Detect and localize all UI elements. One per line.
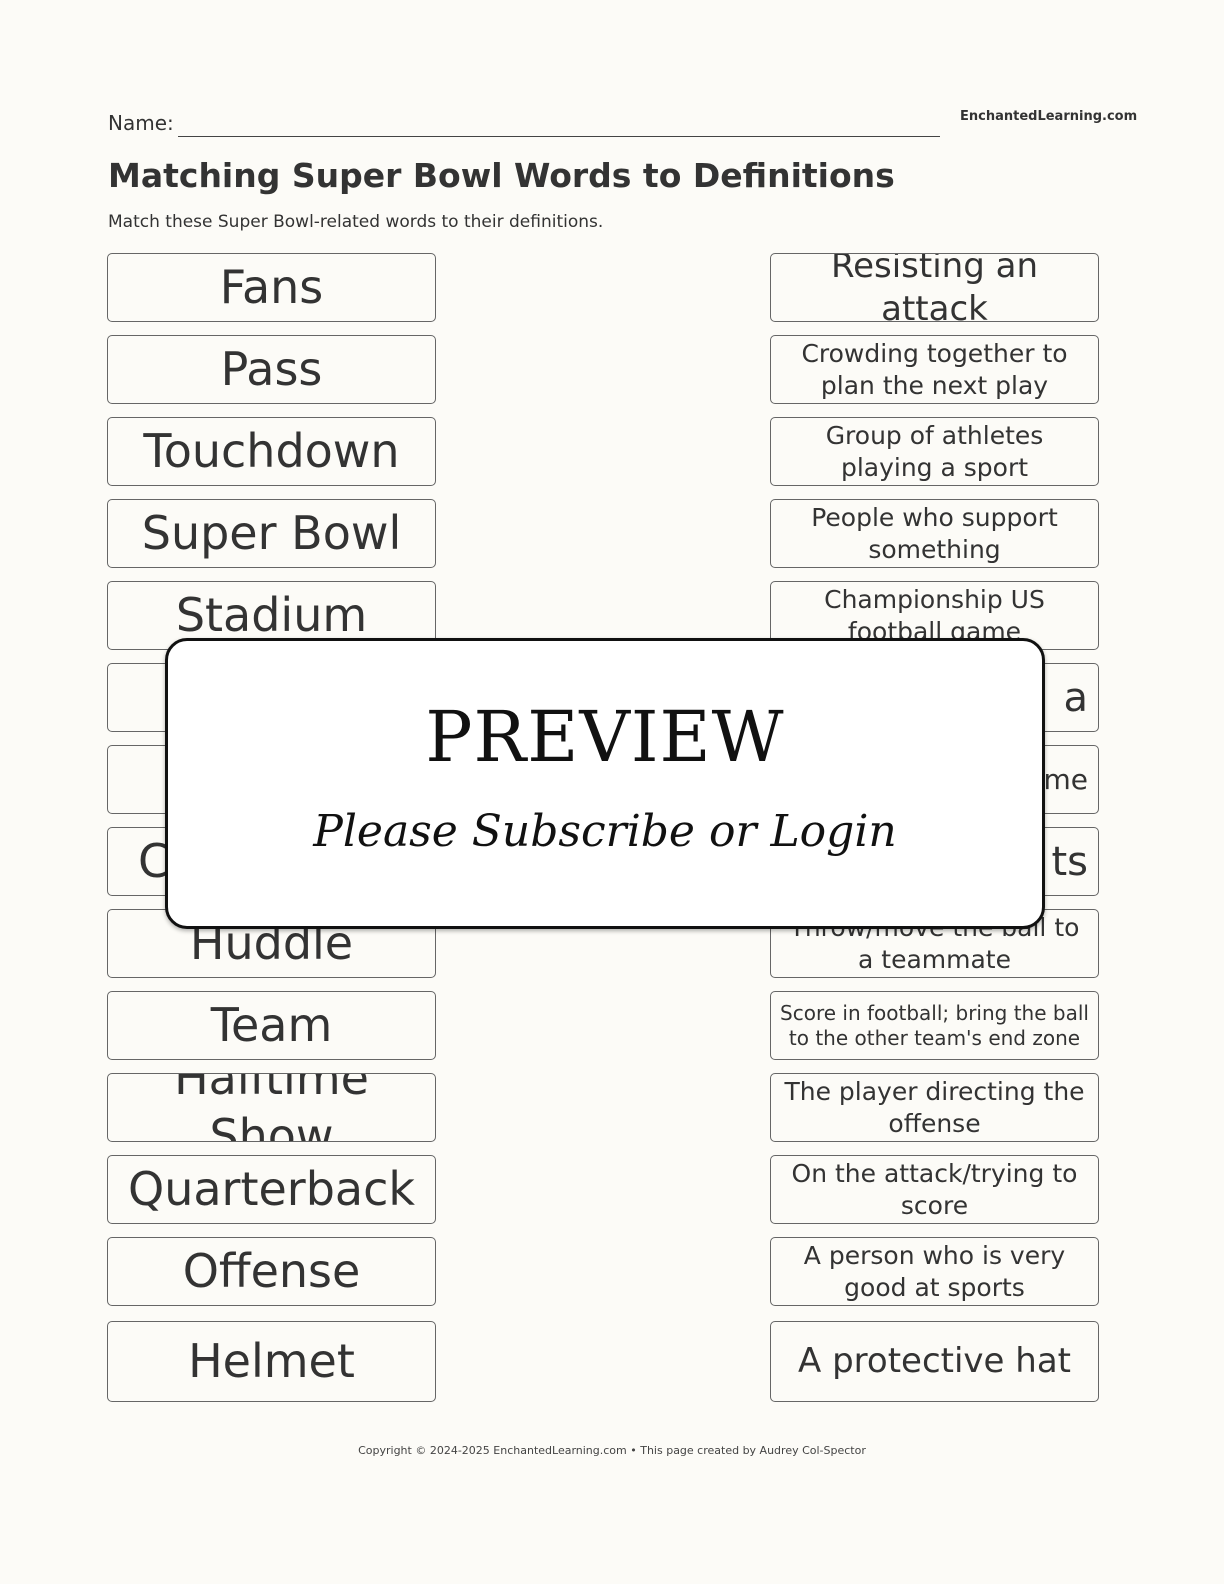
definition-box: Resisting an attack bbox=[770, 253, 1099, 322]
name-label: Name: bbox=[108, 111, 174, 135]
subscribe-login-prompt[interactable]: Please Subscribe or Login bbox=[168, 806, 1042, 857]
site-name: EnchantedLearning.com bbox=[960, 109, 1138, 124]
definition-box: Group of athletes playing a sport bbox=[770, 417, 1099, 486]
page-title: Matching Super Bowl Words to Definitions bbox=[108, 156, 895, 195]
word-box: Fans bbox=[107, 253, 436, 322]
definition-box: Crowding together to plan the next play bbox=[770, 335, 1099, 404]
definition-box: People who support something bbox=[770, 499, 1099, 568]
word-box: Quarterback bbox=[107, 1155, 436, 1224]
definition-box: On the attack/trying to score bbox=[770, 1155, 1099, 1224]
definition-box: A protective hat bbox=[770, 1321, 1099, 1402]
word-box: Super Bowl bbox=[107, 499, 436, 568]
name-line bbox=[178, 136, 940, 137]
word-box: Offense bbox=[107, 1237, 436, 1306]
preview-overlay[interactable]: PREVIEW Please Subscribe or Login bbox=[165, 638, 1045, 929]
word-box: Pass bbox=[107, 335, 436, 404]
definition-box: Score in football; bring the ball to the… bbox=[770, 991, 1099, 1060]
instructions: Match these Super Bowl-related words to … bbox=[108, 212, 604, 232]
word-box: Halftime Show bbox=[107, 1073, 436, 1142]
worksheet-page: Name: EnchantedLearning.com Matching Sup… bbox=[0, 0, 1224, 1584]
word-box: Helmet bbox=[107, 1321, 436, 1402]
definition-box: A person who is very good at sports bbox=[770, 1237, 1099, 1306]
preview-title: PREVIEW bbox=[425, 696, 785, 778]
footer-copyright: Copyright © 2024-2025 EnchantedLearning.… bbox=[358, 1444, 866, 1457]
word-box: Touchdown bbox=[107, 417, 436, 486]
definition-box: The player directing the offense bbox=[770, 1073, 1099, 1142]
word-box: Team bbox=[107, 991, 436, 1060]
